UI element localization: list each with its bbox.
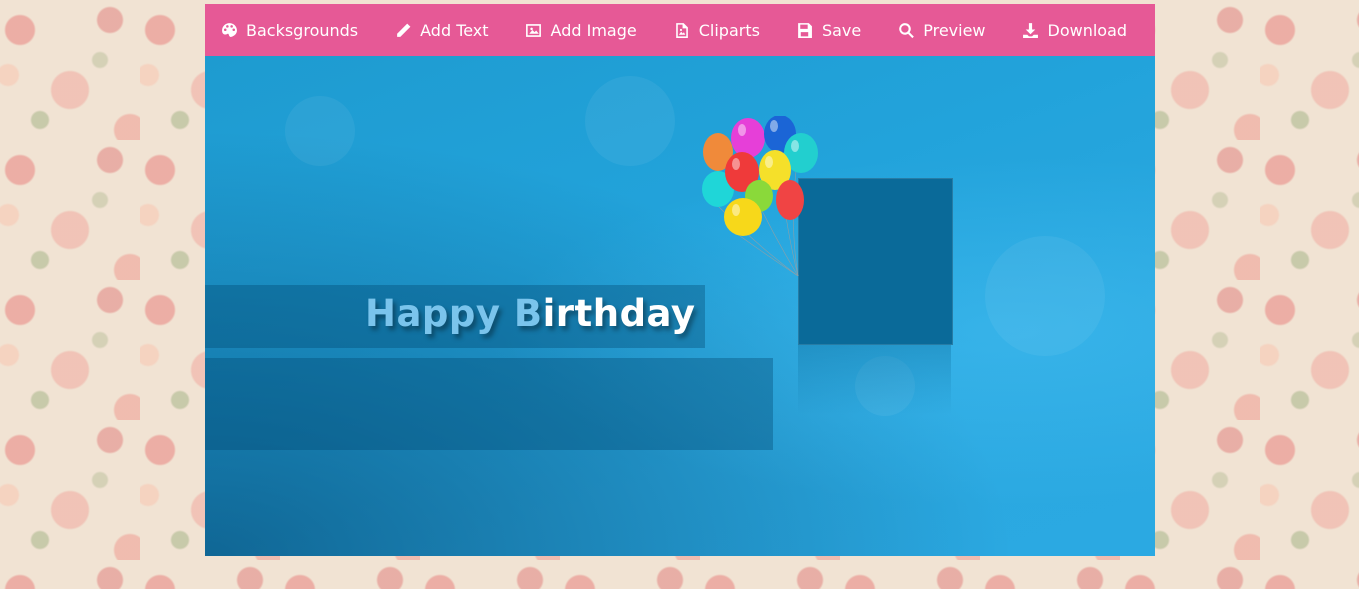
save-label: Save xyxy=(821,20,862,40)
pencil-icon xyxy=(394,21,412,39)
search-icon xyxy=(897,21,915,39)
image-icon xyxy=(525,21,543,39)
cliparts-label: Cliparts xyxy=(698,20,760,40)
backgrounds-button[interactable]: Backsgrounds xyxy=(220,21,358,40)
add-text-label: Add Text xyxy=(420,20,489,40)
bokeh-light xyxy=(585,76,675,166)
balloons-clipart[interactable] xyxy=(698,116,823,276)
card-canvas[interactable]: Happy Birthday xyxy=(205,56,1155,556)
headline-part-light: Happy B xyxy=(365,292,543,335)
backgrounds-label: Backsgrounds xyxy=(246,20,359,40)
photo-reflection xyxy=(798,345,951,415)
save-button[interactable]: Save xyxy=(796,21,861,40)
download-icon xyxy=(1022,21,1040,39)
floppy-icon xyxy=(796,21,814,39)
preview-button[interactable]: Preview xyxy=(897,20,986,40)
preview-label: Preview xyxy=(923,20,986,40)
headline-text[interactable]: Happy Birthday xyxy=(365,292,696,335)
palette-icon xyxy=(220,21,238,39)
subtitle-band xyxy=(205,358,773,450)
download-label: Download xyxy=(1047,20,1128,40)
card-editor: Backsgrounds Add Text Add Image Cliparts… xyxy=(205,4,1155,556)
file-image-icon xyxy=(673,21,691,39)
toolbar: Backsgrounds Add Text Add Image Cliparts… xyxy=(205,4,1155,56)
add-text-button[interactable]: Add Text xyxy=(394,20,489,40)
bokeh-light xyxy=(985,236,1105,356)
add-image-label: Add Image xyxy=(550,20,637,40)
headline-part-white: irthday xyxy=(542,292,696,335)
download-button[interactable]: Download xyxy=(1022,20,1128,40)
bokeh-light xyxy=(285,96,355,166)
cliparts-button[interactable]: Cliparts xyxy=(673,21,760,40)
add-image-button[interactable]: Add Image xyxy=(525,21,637,40)
